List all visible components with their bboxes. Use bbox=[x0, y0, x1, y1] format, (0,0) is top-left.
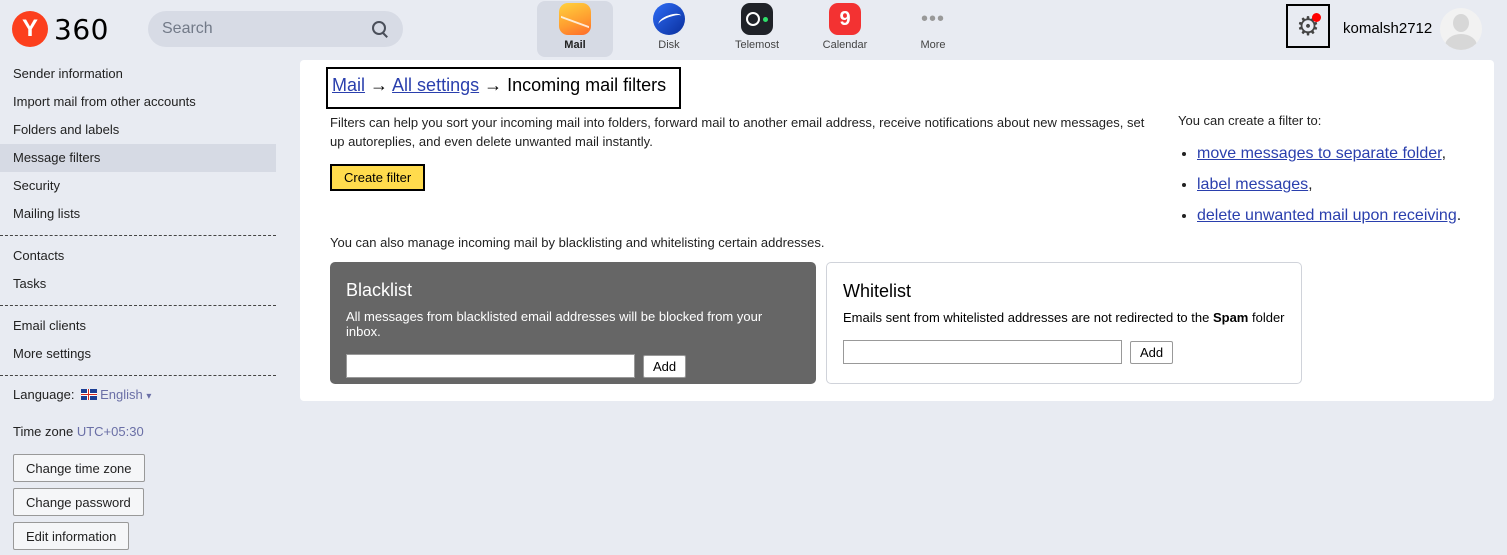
punct: , bbox=[1308, 176, 1313, 193]
sidebar-item-sender-information[interactable]: Sender information bbox=[0, 60, 276, 88]
sidebar-item-import-mail[interactable]: Import mail from other accounts bbox=[0, 88, 276, 116]
chevron-down-icon[interactable]: ▾ bbox=[146, 391, 151, 402]
yandex-logo-icon: Y bbox=[12, 11, 48, 47]
calendar-icon: 9 bbox=[829, 3, 861, 35]
whitelist-description: Emails sent from whitelisted addresses a… bbox=[843, 310, 1285, 325]
list-item: move messages to separate folder, bbox=[1197, 138, 1478, 169]
sidebar-item-more-settings[interactable]: More settings bbox=[0, 340, 276, 368]
blacklist-description: All messages from blacklisted email addr… bbox=[346, 309, 763, 339]
yandex-360-logo[interactable]: Y 360 bbox=[12, 11, 109, 47]
whitelist-card: Whitelist Emails sent from whitelisted a… bbox=[826, 262, 1302, 384]
sidebar-divider bbox=[0, 235, 276, 236]
breadcrumb-mail-link[interactable]: Mail bbox=[332, 75, 365, 95]
uk-flag-icon bbox=[81, 389, 98, 400]
app-label: More bbox=[920, 39, 946, 51]
manage-lists-text: You can also manage incoming mail by bla… bbox=[330, 235, 825, 250]
app-label: Telemost bbox=[734, 39, 780, 51]
breadcrumb: Mail → All settings → Incoming mail filt… bbox=[326, 67, 681, 109]
change-time-zone-button[interactable]: Change time zone bbox=[13, 454, 145, 482]
app-more[interactable]: ••• More bbox=[889, 1, 977, 57]
filters-intro-text: Filters can help you sort your incoming … bbox=[330, 115, 1145, 149]
whitelist-add-button[interactable]: Add bbox=[1130, 340, 1174, 364]
list-item: delete unwanted mail upon receiving. bbox=[1197, 200, 1478, 231]
whitelist-desc-text: Emails sent from whitelisted addresses a… bbox=[843, 310, 1213, 325]
search-bar[interactable] bbox=[148, 11, 403, 47]
blacklist-input[interactable] bbox=[346, 354, 635, 378]
more-icon: ••• bbox=[920, 7, 945, 30]
sidebar-item-message-filters[interactable]: Message filters bbox=[0, 144, 276, 172]
language-row: Language: English ▾ bbox=[0, 387, 276, 402]
whitelist-desc-text: folder bbox=[1248, 310, 1285, 325]
breadcrumb-all-settings-link[interactable]: All settings bbox=[392, 75, 479, 95]
timezone-value[interactable]: UTC+05:30 bbox=[77, 424, 144, 439]
punct: . bbox=[1456, 207, 1462, 224]
app-label: Mail bbox=[564, 39, 586, 51]
move-messages-link[interactable]: move messages to separate folder bbox=[1197, 145, 1442, 162]
edit-information-button[interactable]: Edit information bbox=[13, 522, 130, 550]
filters-panel: Mail → All settings → Incoming mail filt… bbox=[300, 60, 1494, 401]
search-input[interactable] bbox=[162, 20, 371, 38]
filter-options: You can create a filter to: move message… bbox=[1178, 113, 1478, 231]
spam-bold: Spam bbox=[1212, 310, 1249, 325]
app-switcher: Mail Disk Telemost 9 Calendar ••• More bbox=[537, 1, 977, 57]
language-select[interactable]: English bbox=[100, 387, 143, 402]
search-icon[interactable] bbox=[371, 20, 389, 38]
sidebar-item-contacts[interactable]: Contacts bbox=[0, 242, 276, 270]
app-telemost[interactable]: Telemost bbox=[713, 1, 801, 57]
app-disk[interactable]: Disk bbox=[625, 1, 713, 57]
breadcrumb-arrow: → bbox=[370, 75, 389, 95]
sidebar-divider bbox=[0, 305, 276, 306]
language-label: Language: bbox=[13, 387, 75, 402]
blacklist-title: Blacklist bbox=[346, 280, 413, 300]
sidebar-item-mailing-lists[interactable]: Mailing lists bbox=[0, 200, 276, 228]
sidebar-item-tasks[interactable]: Tasks bbox=[0, 270, 276, 298]
sidebar-divider bbox=[0, 375, 276, 376]
app-calendar[interactable]: 9 Calendar bbox=[801, 1, 889, 57]
label-messages-link[interactable]: label messages bbox=[1197, 176, 1308, 193]
timezone-label: Time zone bbox=[13, 424, 74, 439]
logo-text: 360 bbox=[54, 12, 109, 46]
list-item: label messages, bbox=[1197, 169, 1478, 200]
create-filter-button[interactable]: Create filter bbox=[330, 164, 426, 191]
blacklist-card: Blacklist All messages from blacklisted … bbox=[330, 262, 816, 384]
settings-button[interactable]: ⚙ bbox=[1286, 4, 1330, 48]
whitelist-input[interactable] bbox=[843, 340, 1122, 364]
username[interactable]: komalsh2712 bbox=[1343, 20, 1432, 37]
page-title: Incoming mail filters bbox=[507, 75, 667, 95]
disk-icon bbox=[653, 3, 685, 35]
change-password-button[interactable]: Change password bbox=[13, 488, 144, 516]
delete-unwanted-mail-link[interactable]: delete unwanted mail upon receiving bbox=[1197, 207, 1457, 224]
punct: , bbox=[1441, 145, 1447, 162]
avatar[interactable] bbox=[1440, 8, 1482, 50]
mail-icon bbox=[559, 3, 591, 35]
app-label: Disk bbox=[658, 39, 680, 51]
whitelist-title: Whitelist bbox=[843, 281, 912, 301]
breadcrumb-arrow: → bbox=[484, 75, 503, 95]
blacklist-add-button[interactable]: Add bbox=[643, 354, 687, 378]
sidebar-item-security[interactable]: Security bbox=[0, 172, 276, 200]
app-label: Calendar bbox=[822, 39, 868, 51]
notification-dot bbox=[1312, 13, 1321, 22]
settings-sidebar: Sender information Import mail from othe… bbox=[0, 60, 276, 550]
app-mail[interactable]: Mail bbox=[537, 1, 613, 57]
sidebar-item-folders-labels[interactable]: Folders and labels bbox=[0, 116, 276, 144]
filter-options-title: You can create a filter to: bbox=[1178, 113, 1322, 128]
telemost-icon bbox=[741, 3, 773, 35]
timezone-row: Time zone UTC+05:30 bbox=[0, 424, 276, 439]
sidebar-item-email-clients[interactable]: Email clients bbox=[0, 312, 276, 340]
